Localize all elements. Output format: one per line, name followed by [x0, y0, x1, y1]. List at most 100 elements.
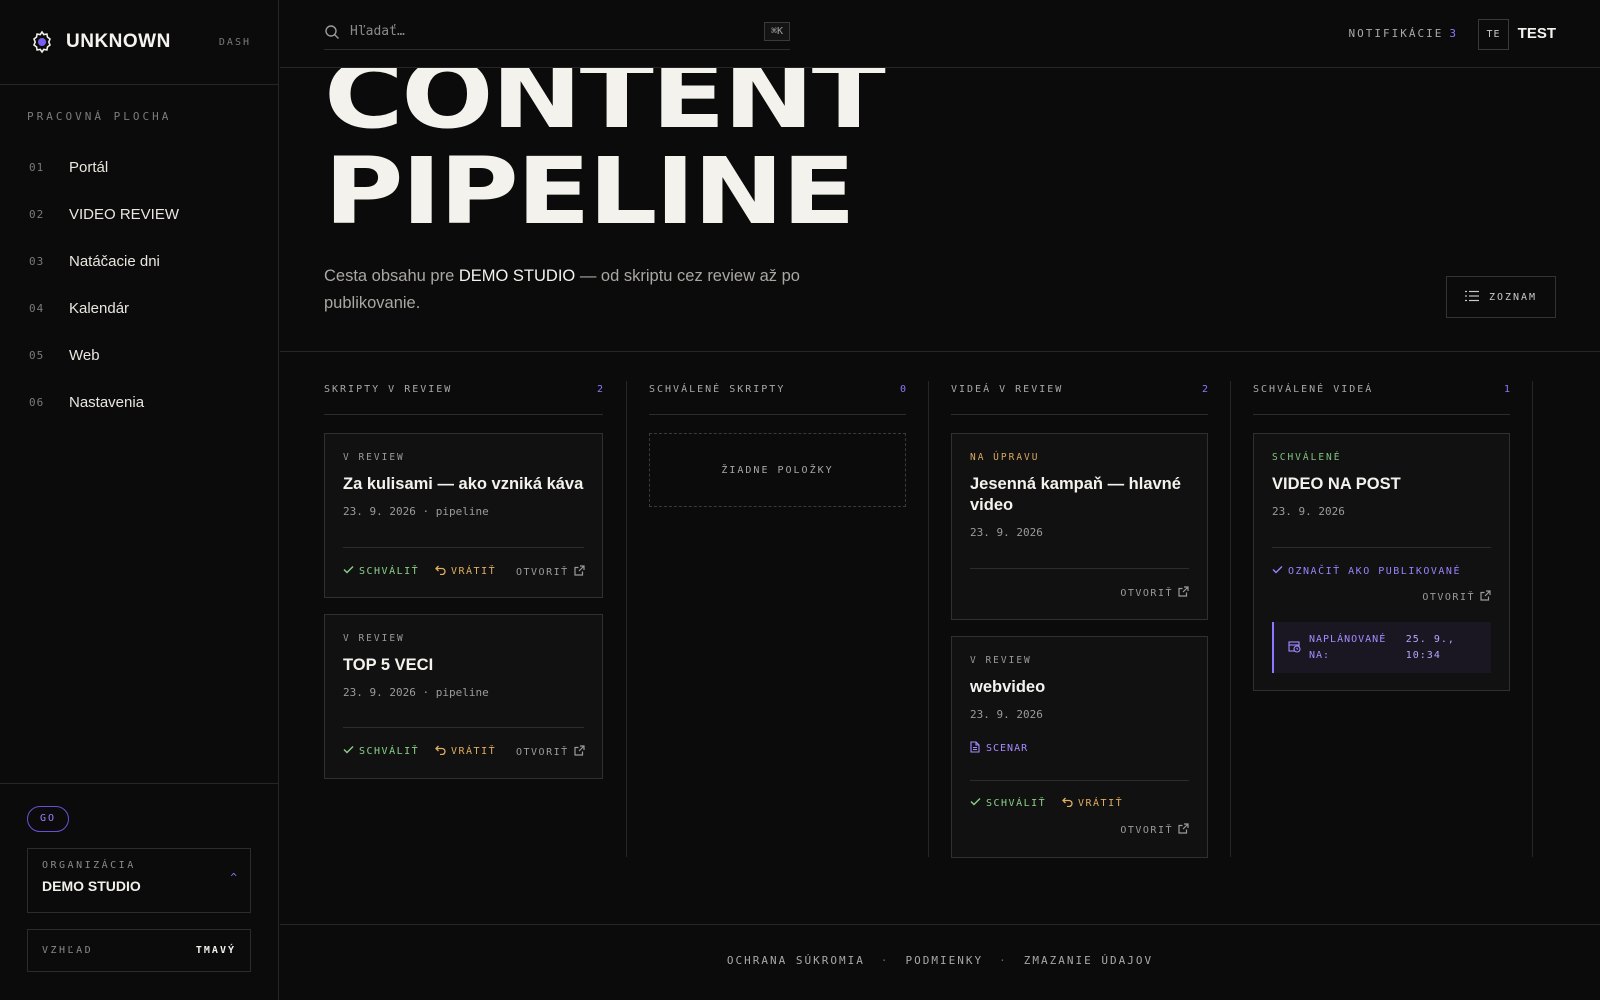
terms-link[interactable]: PODMIENKY: [906, 954, 984, 967]
external-link-icon: [574, 565, 585, 579]
column-header: SCHVÁLENÉ VIDEÁ 1: [1253, 381, 1510, 415]
column-separator: [1230, 381, 1231, 857]
theme-caption: VZHĽAD: [42, 945, 94, 956]
brand-tag: DASH: [218, 36, 251, 48]
open-button[interactable]: OTVORIŤ: [1120, 823, 1189, 837]
column-separator: [928, 381, 929, 857]
data-deletion-link[interactable]: ZMAZANIE ÚDAJOV: [1024, 954, 1153, 967]
sidebar-item-web[interactable]: 05 Web: [0, 332, 278, 379]
publish-label: OZNAČIŤ AKO PUBLIKOVANÉ: [1288, 565, 1461, 577]
approved-video-card[interactable]: SCHVÁLENÉ VIDEO NA POST 23. 9. 2026 OZNA…: [1253, 433, 1510, 691]
theme-toggle[interactable]: VZHĽAD TMAVÝ: [27, 929, 251, 972]
status-badge: NA ÚPRAVU: [970, 452, 1040, 463]
app-root: UNKNOWN DASH PRACOVNÁ PLOCHA 01 Portál 0…: [0, 0, 1600, 1000]
sidebar-item-settings[interactable]: 06 Nastavenia: [0, 379, 278, 426]
brand[interactable]: UNKNOWN DASH: [0, 0, 278, 85]
sidebar-item-shooting-days[interactable]: 03 Natáčacie dni: [0, 238, 278, 285]
open-label: OTVORIŤ: [1120, 587, 1173, 599]
revert-label: VRÁTIŤ: [1078, 798, 1124, 809]
sidebar-item-label: Kalendár: [69, 300, 130, 317]
external-link-icon: [1178, 586, 1189, 600]
avatar[interactable]: TE: [1478, 19, 1509, 50]
approve-label: SCHVÁLIŤ: [359, 565, 420, 577]
list-icon: [1464, 290, 1479, 305]
external-link-icon: [574, 745, 585, 759]
column-header: SKRIPTY V REVIEW 2: [324, 381, 603, 415]
footer-separator: ·: [999, 954, 1008, 967]
open-label: OTVORIŤ: [1422, 591, 1475, 603]
sidebar-item-number: 05: [29, 349, 45, 362]
privacy-link[interactable]: OCHRANA SÚKROMIA: [727, 954, 865, 967]
sidebar: UNKNOWN DASH PRACOVNÁ PLOCHA 01 Portál 0…: [0, 0, 279, 1000]
video-card[interactable]: V REVIEW webvideo 23. 9. 2026 SCENAR SCH…: [951, 636, 1208, 858]
open-label: OTVORIŤ: [516, 566, 569, 578]
mark-published-button[interactable]: OZNAČIŤ AKO PUBLIKOVANÉ: [1272, 565, 1461, 577]
column-count: 2: [1201, 384, 1208, 395]
script-card[interactable]: V REVIEW Za kulisami — ako vzniká káva 2…: [324, 433, 603, 598]
revert-button[interactable]: VRÁTIŤ: [1062, 797, 1123, 810]
column-title: SCHVÁLENÉ VIDEÁ: [1253, 384, 1374, 395]
page-title: CONTENT PIPELINE: [324, 48, 886, 245]
org-caption: ORGANIZÁCIA: [42, 860, 136, 871]
search-icon: [324, 24, 342, 40]
open-button[interactable]: OTVORIŤ: [516, 565, 585, 579]
sidebar-item-portal[interactable]: 01 Portál: [0, 144, 278, 191]
approve-button[interactable]: SCHVÁLIŤ: [970, 797, 1046, 809]
search-input[interactable]: [350, 24, 764, 39]
sidebar-item-video-review[interactable]: 02 VIDEO REVIEW: [0, 191, 278, 238]
gear-logo-icon: [30, 30, 54, 54]
list-view-button[interactable]: ZOZNAM: [1446, 276, 1556, 318]
doc-label: SCENAR: [986, 743, 1029, 754]
org-value: DEMO STUDIO: [42, 878, 141, 894]
script-card[interactable]: V REVIEW TOP 5 VECI 23. 9. 2026 · pipeli…: [324, 614, 603, 779]
column-separator: [1532, 381, 1533, 857]
column-title: VIDEÁ V REVIEW: [951, 384, 1064, 395]
card-meta: 23. 9. 2026 · pipeline: [343, 686, 489, 699]
list-view-label: ZOZNAM: [1488, 291, 1538, 303]
sidebar-item-number: 01: [29, 161, 45, 174]
card-divider: [343, 547, 584, 548]
revert-button[interactable]: VRÁTIŤ: [435, 745, 496, 758]
card-title: Jesenná kampaň — hlavné video: [970, 475, 1181, 514]
approve-label: SCHVÁLIŤ: [359, 745, 420, 757]
hero-divider: [280, 351, 1600, 352]
revert-button[interactable]: VRÁTIŤ: [435, 565, 496, 578]
approve-button[interactable]: SCHVÁLIŤ: [343, 565, 419, 577]
scheduled-value: 25. 9., 10:34: [1405, 633, 1455, 661]
sidebar-item-label: VIDEO REVIEW: [69, 206, 180, 223]
check-icon: [1272, 565, 1283, 577]
footer: OCHRANA SÚKROMIA · PODMIENKY · ZMAZANIE …: [280, 954, 1600, 967]
revert-label: VRÁTIŤ: [451, 746, 497, 757]
calendar-clock-icon: [1288, 638, 1301, 657]
footer-separator: ·: [880, 954, 890, 967]
open-label: OTVORIŤ: [1120, 824, 1173, 836]
card-title: webvideo: [970, 678, 1046, 696]
scheduled-label: NAPLÁNOVANÉ NA:: [1309, 633, 1387, 661]
page-title-line-2: PIPELINE: [324, 138, 856, 245]
column-header: SCHVÁLENÉ SKRIPTY 0: [649, 381, 906, 415]
card-meta: 23. 9. 2026: [1272, 505, 1345, 518]
scheduled-info: NAPLÁNOVANÉ NA: 25. 9., 10:34: [1272, 622, 1491, 673]
card-divider: [343, 727, 584, 728]
sidebar-item-label: Natáčacie dni: [69, 253, 160, 270]
org-selector[interactable]: ORGANIZÁCIA DEMO STUDIO ^: [27, 848, 251, 913]
column-header: VIDEÁ V REVIEW 2: [951, 381, 1208, 415]
username[interactable]: TEST: [1518, 25, 1556, 42]
sidebar-item-label: Portál: [69, 159, 109, 176]
card-divider: [1272, 547, 1491, 548]
open-button[interactable]: OTVORIŤ: [1120, 586, 1189, 600]
open-button[interactable]: OTVORIŤ: [516, 745, 585, 759]
approve-button[interactable]: SCHVÁLIŤ: [343, 745, 419, 757]
script-doc-link[interactable]: SCENAR: [970, 741, 1028, 756]
video-card[interactable]: NA ÚPRAVU Jesenná kampaň — hlavné video …: [951, 433, 1208, 620]
subtitle-pre: Cesta obsahu pre: [324, 267, 459, 285]
notifications-link[interactable]: NOTIFIKÁCIE 3: [1349, 27, 1458, 40]
column-scripts-review: SKRIPTY V REVIEW 2: [324, 381, 603, 415]
open-button[interactable]: OTVORIŤ: [1422, 590, 1491, 604]
sidebar-item-calendar[interactable]: 04 Kalendár: [0, 285, 278, 332]
sidebar-item-number: 06: [29, 396, 45, 409]
open-label: OTVORIŤ: [516, 746, 569, 758]
card-title: Za kulisami — ako vzniká káva: [343, 475, 584, 493]
go-badge[interactable]: GO: [27, 806, 70, 832]
undo-icon: [435, 565, 446, 578]
